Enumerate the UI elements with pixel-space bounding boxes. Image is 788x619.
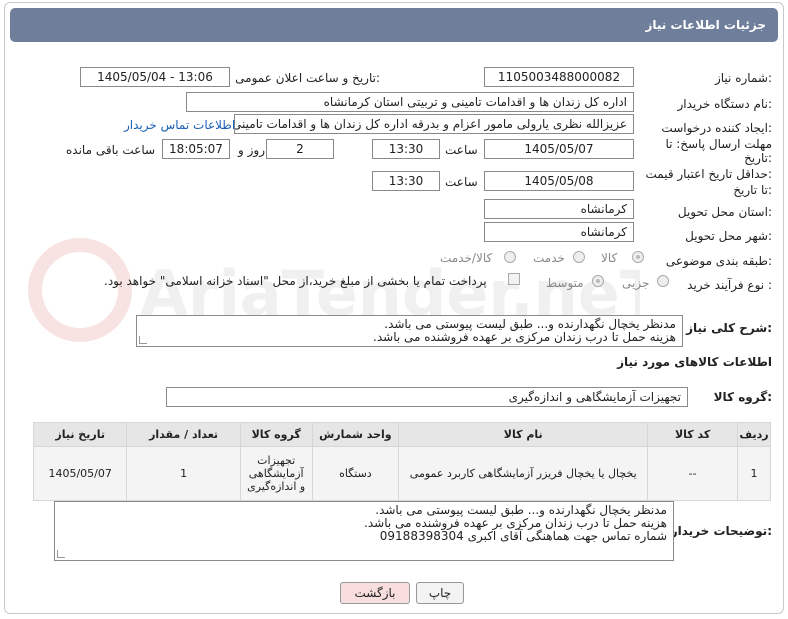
description-textarea[interactable]: مدنظر یخچال نگهدارنده و... طبق لیست پیوس… xyxy=(136,315,683,347)
creator-label: ایجاد کننده درخواست: xyxy=(661,121,772,135)
category-service-radio[interactable] xyxy=(573,251,585,263)
description-line-2: هزینه حمل تا درب زندان مرکزی بر عهده فرو… xyxy=(373,330,676,344)
col-unit-header: واحد شمارش xyxy=(311,422,400,447)
goods-group-field: تجهیزات آزمایشگاهی و اندازه‌گیری xyxy=(166,387,688,407)
process-minor-radio[interactable] xyxy=(657,275,669,287)
page-header: جزئیات اطلاعات نیاز xyxy=(10,8,778,42)
province-label: استان محل تحویل: xyxy=(677,205,772,219)
col-qty-header: تعداد / مقدار xyxy=(126,422,241,447)
page-title: جزئیات اطلاعات نیاز xyxy=(645,18,766,32)
resize-grip-icon[interactable] xyxy=(57,550,65,558)
col-code-header: کد کالا xyxy=(647,422,739,447)
validity-time-field: 13:30 xyxy=(372,171,440,191)
deadline-label: مهلت ارسال پاسخ: تا xyxy=(665,137,772,151)
deadline-date-field: 1405/05/07 xyxy=(484,139,634,159)
cell-unit: دستگاه xyxy=(311,446,400,501)
deadline-time-field: 13:30 xyxy=(372,139,440,159)
cell-date: 1405/05/07 xyxy=(32,446,128,501)
category-both-radio[interactable] xyxy=(504,251,516,263)
need-number-label: شماره نیاز: xyxy=(714,71,772,85)
remaining-time-label: ساعت باقی مانده xyxy=(66,143,156,157)
city-field: کرمانشاه xyxy=(484,222,634,242)
validity-label-date: تا تاریخ: xyxy=(733,183,772,197)
process-label: نوع فرآیند خرید : xyxy=(687,278,772,292)
goods-table: ردیف کد کالا نام کالا واحد شمارش گروه کا… xyxy=(32,422,771,501)
days-field: 2 xyxy=(266,139,334,159)
cell-name: یخچال یا یخچال فریزر آزمایشگاهی کاربرد ع… xyxy=(398,446,649,501)
category-goods-radio[interactable] xyxy=(632,251,644,263)
buyer-notes-label: توضیحات خریدار: xyxy=(670,524,772,538)
city-label: شهر محل تحویل: xyxy=(685,229,772,243)
buyer-label: نام دستگاه خریدار: xyxy=(677,97,773,111)
cell-group: تجهیزات آزمایشگاهی و اندازه‌گیری xyxy=(239,446,313,501)
announce-date-label: تاریخ و ساعت اعلان عمومی: xyxy=(235,71,380,85)
table-header-row: ردیف کد کالا نام کالا واحد شمارش گروه کا… xyxy=(32,422,771,447)
need-number-field: 1105003488000082 xyxy=(484,67,634,87)
resize-grip-icon[interactable] xyxy=(139,336,147,344)
treasury-payment-checkbox[interactable] xyxy=(508,273,520,285)
buyer-contact-link[interactable]: اطلاعات تماس خریدار xyxy=(124,118,235,132)
goods-group-label: گروه کالا: xyxy=(713,390,772,404)
validity-time-label: ساعت xyxy=(445,175,478,189)
deadline-time-label: ساعت xyxy=(445,143,478,157)
announce-date-field: 1405/05/04 - 13:06 xyxy=(80,67,230,87)
table-row: 1 -- یخچال یا یخچال فریزر آزمایشگاهی کار… xyxy=(32,446,771,501)
category-goods-label: کالا xyxy=(601,251,618,265)
col-date-header: تاریخ نیاز xyxy=(32,422,128,447)
deadline-label-date: تاریخ: xyxy=(744,151,772,165)
back-button[interactable]: بازگشت xyxy=(340,582,410,604)
col-row-header: ردیف xyxy=(737,422,771,447)
treasury-payment-note: پرداخت تمام یا بخشی از مبلغ خرید،از محل … xyxy=(104,274,487,288)
category-label: طبقه بندی موضوعی: xyxy=(665,254,772,268)
print-button[interactable]: چاپ xyxy=(416,582,464,604)
process-medium-radio[interactable] xyxy=(592,275,604,287)
cell-qty: 1 xyxy=(126,446,241,501)
goods-section-title: اطلاعات کالاهای مورد نیاز xyxy=(617,355,772,369)
description-label: شرح کلی نیاز: xyxy=(686,321,772,335)
cell-code: -- xyxy=(647,446,739,501)
province-field: کرمانشاه xyxy=(484,199,634,219)
validity-date-field: 1405/05/08 xyxy=(484,171,634,191)
cell-row: 1 xyxy=(737,446,771,501)
process-medium-label: متوسط xyxy=(546,276,584,290)
col-name-header: نام کالا xyxy=(398,422,649,447)
process-minor-label: جزیی xyxy=(622,276,650,290)
category-service-label: خدمت xyxy=(533,251,565,265)
col-group-header: گروه کالا xyxy=(239,422,313,447)
buyer-notes-line-3: شماره تماس جهت هماهنگی آقای اکبری 091883… xyxy=(379,529,667,543)
creator-field: عزیزالله نظری یارولی مامور اعزام و بدرقه… xyxy=(234,114,634,134)
category-both-label: کالا/خدمت xyxy=(440,251,493,265)
buyer-notes-textarea[interactable]: مدنظر یخچال نگهدارنده و... طبق لیست پیوس… xyxy=(54,501,674,561)
remaining-time-field: 18:05:07 xyxy=(162,139,230,159)
buyer-field: اداره کل زندان ها و اقدامات تامینی و ترب… xyxy=(186,92,634,112)
validity-label: حداقل تاریخ اعتبار قیمت: xyxy=(645,167,772,181)
days-label: روز و xyxy=(238,143,265,157)
